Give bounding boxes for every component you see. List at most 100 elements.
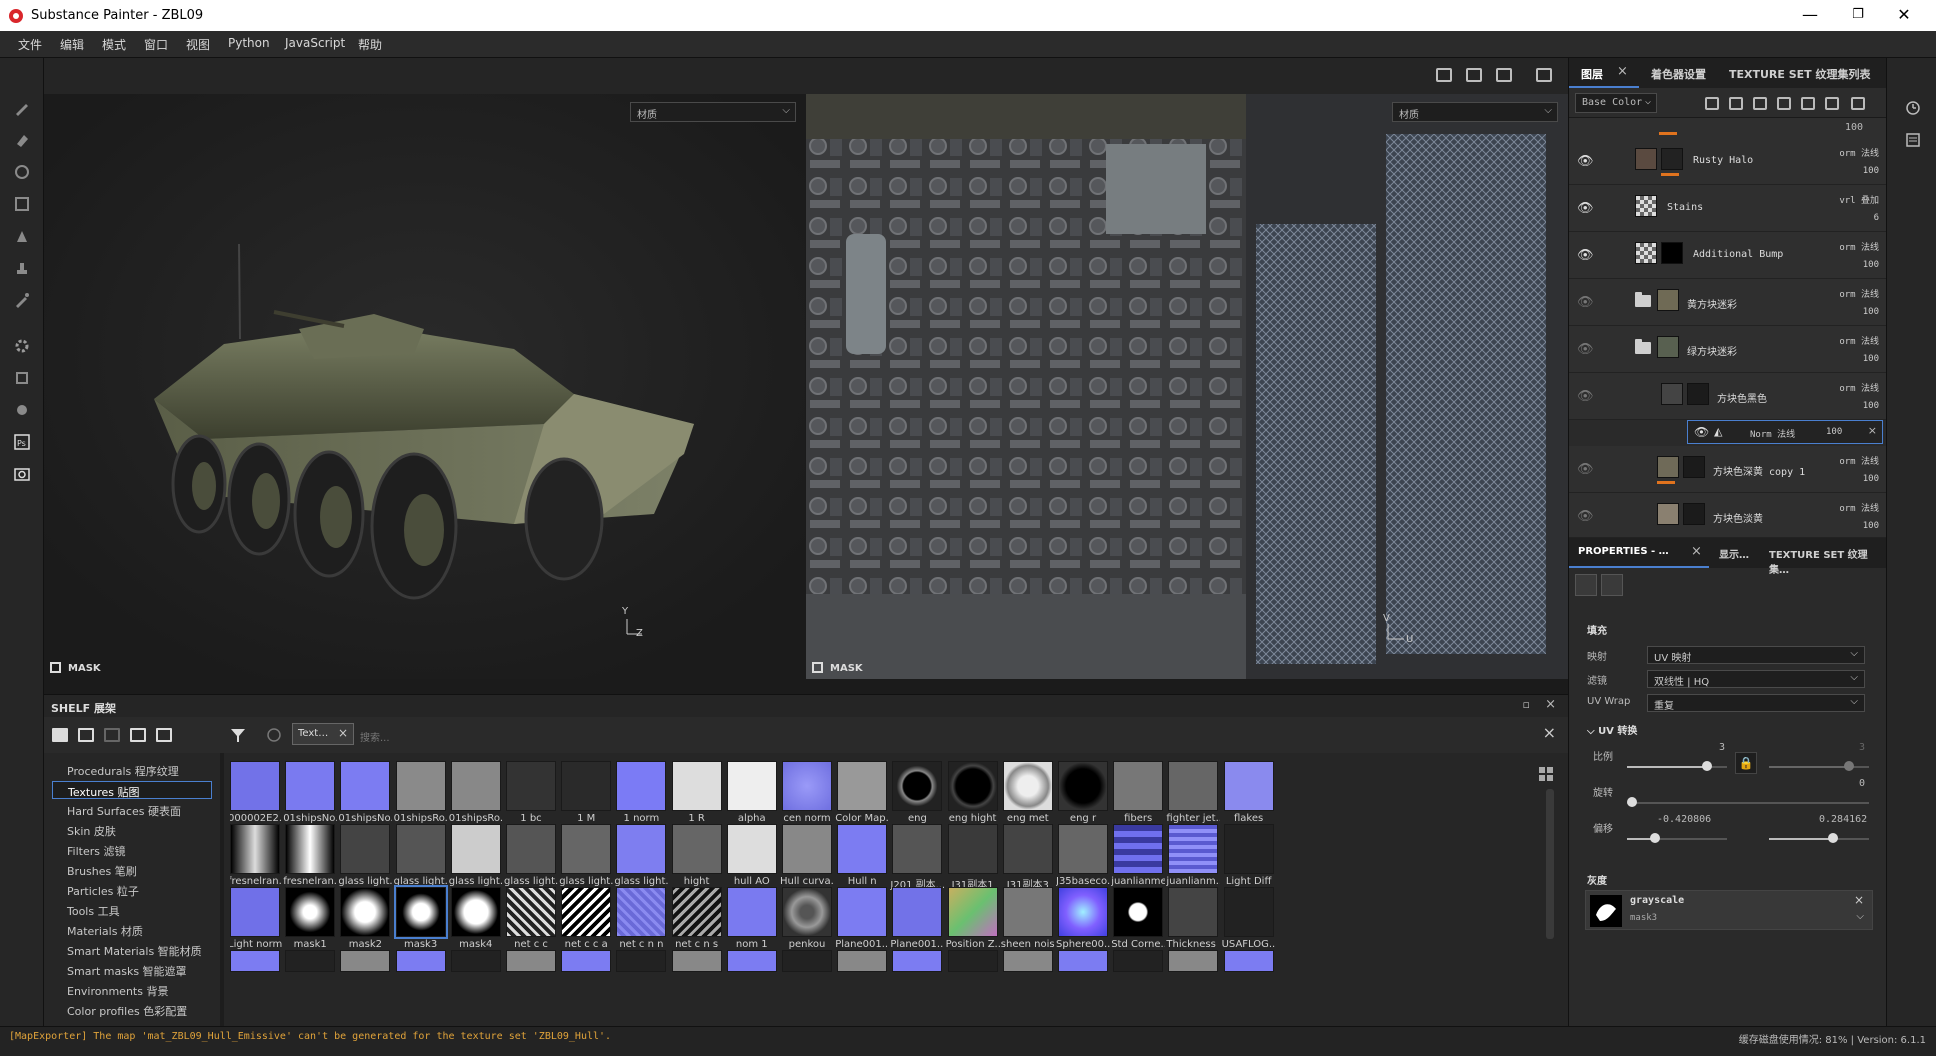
duplicate-icon[interactable] xyxy=(1825,97,1839,110)
shelf-category-item[interactable]: Brushes 笔刷 xyxy=(52,861,212,879)
shelf-texture-item[interactable]: eng hight xyxy=(947,761,998,824)
photoshop-icon[interactable]: Ps xyxy=(14,434,30,450)
maximize-button[interactable]: ❐ xyxy=(1836,4,1880,26)
shelf-texture-item[interactable] xyxy=(230,950,280,972)
filter-icon[interactable] xyxy=(230,727,246,743)
shelf-texture-item[interactable]: 01shipsRo... xyxy=(394,761,448,824)
shelf-category-item[interactable]: Particles 粒子 xyxy=(52,881,212,899)
grid-view-icon[interactable] xyxy=(1539,767,1553,781)
shelf-texture-item[interactable]: glass light... xyxy=(338,824,392,887)
screenshot-icon[interactable] xyxy=(14,466,30,482)
add-effect-icon[interactable] xyxy=(1705,97,1719,110)
shelf-texture-item[interactable]: alpha xyxy=(726,761,777,824)
import-icon[interactable] xyxy=(156,728,172,742)
chevron-down-icon[interactable]: ⌵ xyxy=(1856,911,1864,922)
refresh-icon[interactable] xyxy=(266,727,282,743)
shelf-texture-item[interactable]: mask3 xyxy=(393,885,448,950)
layer-folder-row[interactable]: 👁 绿方块迷彩 orm 法线 100 xyxy=(1569,326,1887,373)
layer-row[interactable]: 👁 方块色深黄 copy 1 orm 法线 100 xyxy=(1569,446,1887,493)
effect-sublayer-row[interactable]: 👁 ◭ Norm 法线 100 × xyxy=(1687,420,1883,444)
shelf-texture-item[interactable]: net c n s xyxy=(671,887,722,950)
bake-icon[interactable] xyxy=(14,370,30,386)
mask-checkbox-icon[interactable] xyxy=(50,662,61,673)
clear-search-icon[interactable]: × xyxy=(1543,723,1556,742)
shelf-texture-item[interactable] xyxy=(1058,950,1108,972)
shelf-category-item[interactable]: Color profiles 色彩配置 xyxy=(52,1001,212,1019)
tab-properties[interactable]: PROPERTIES - … xyxy=(1578,546,1669,557)
color-picker-icon[interactable] xyxy=(14,292,30,308)
shelf-texture-item[interactable]: USAFLOG... xyxy=(1222,887,1276,950)
eye-icon[interactable]: 👁 xyxy=(1577,248,1594,263)
screenshot-camera-icon[interactable] xyxy=(1536,68,1552,82)
shelf-texture-item[interactable]: Thickness ... xyxy=(1166,887,1220,950)
float-panel-icon[interactable]: ▫ xyxy=(1523,698,1530,711)
material-properties-icon[interactable] xyxy=(1601,574,1623,596)
shelf-texture-item[interactable] xyxy=(1223,950,1274,972)
uv-wrap-select[interactable]: 重复 ⌵ xyxy=(1647,694,1865,712)
eye-icon[interactable]: 👁 xyxy=(1577,389,1594,404)
geometry-mask-icon[interactable] xyxy=(14,196,30,212)
channel-select[interactable]: Base Color ⌵ xyxy=(1575,93,1657,113)
shelf-texture-item[interactable]: 01shipsRo... xyxy=(449,761,503,824)
shelf-texture-item[interactable]: J35baseco... xyxy=(1056,824,1110,887)
grid-scrollbar[interactable] xyxy=(1546,789,1554,939)
shelf-texture-item[interactable]: 1 M xyxy=(561,761,612,824)
shelf-texture-item[interactable]: net c c xyxy=(506,887,556,950)
shelf-texture-item[interactable]: mask2 xyxy=(340,887,391,950)
clear-resource-icon[interactable]: × xyxy=(1854,893,1864,907)
tab-texture-set-list[interactable]: TEXTURE SET 纹理集列表 xyxy=(1729,66,1871,82)
menu-edit[interactable]: 编辑 xyxy=(60,36,84,53)
history-icon[interactable] xyxy=(1905,100,1921,116)
add-mask-icon[interactable] xyxy=(1729,97,1743,110)
uv-transform-header[interactable]: ⌵ UV 转换 xyxy=(1587,722,1637,737)
material-mode-select-2d[interactable]: 材质 ⌵ xyxy=(1392,102,1558,122)
shelf-texture-item[interactable] xyxy=(947,950,998,972)
tab-layers[interactable]: 图层 xyxy=(1581,66,1603,82)
hide-icon[interactable] xyxy=(130,728,146,742)
shelf-texture-item[interactable]: eng r xyxy=(1058,761,1108,824)
shelf-category-item[interactable]: Smart masks 智能遮罩 xyxy=(52,961,212,979)
menu-view[interactable]: 视图 xyxy=(186,36,210,53)
shelf-texture-item[interactable]: hull AO xyxy=(726,824,777,887)
rotation-slider[interactable] xyxy=(1627,797,1869,807)
shelf-texture-item[interactable]: 000002E2... xyxy=(230,761,282,824)
menu-window[interactable]: 窗口 xyxy=(144,36,168,53)
shelf-category-item[interactable]: Procedurals 程序纹理 xyxy=(52,761,212,779)
remove-filter-icon[interactable]: × xyxy=(338,726,348,740)
shelf-texture-item[interactable] xyxy=(450,950,501,972)
shelf-texture-item[interactable]: mask4 xyxy=(450,887,501,950)
layer-folder-row[interactable]: 👁 黄方块迷彩 orm 法线 100 xyxy=(1569,279,1887,326)
shelf-texture-item[interactable]: glass light... xyxy=(559,824,613,887)
shelf-texture-item[interactable]: eng xyxy=(892,761,943,824)
close-panel-icon[interactable]: × xyxy=(1545,697,1556,712)
eraser-icon[interactable] xyxy=(14,132,30,148)
shelf-texture-item[interactable] xyxy=(1002,950,1053,972)
shelf-texture-item[interactable]: J31副本1 xyxy=(947,824,998,891)
shelf-category-item[interactable]: Environments 背景 xyxy=(52,981,212,999)
shelf-texture-item[interactable] xyxy=(395,950,446,972)
shelf-category-item[interactable]: Materials 材质 xyxy=(52,921,212,939)
viewport-2d[interactable]: V U 材质 ⌵ MASK xyxy=(806,94,1568,679)
lock-icon[interactable]: 🔒 xyxy=(1735,752,1757,774)
close-button[interactable]: ✕ xyxy=(1882,4,1926,26)
shelf-texture-item[interactable]: glass light... xyxy=(394,824,448,887)
shelf-texture-item[interactable] xyxy=(892,950,943,972)
add-fill-layer-icon[interactable] xyxy=(1777,97,1791,110)
shelf-category-item[interactable]: Hard Surfaces 硬表面 xyxy=(52,801,212,819)
close-tab-icon[interactable]: × xyxy=(1691,544,1702,559)
shelf-texture-item[interactable]: Sphere00... xyxy=(1056,887,1110,950)
tab-display[interactable]: 显示… xyxy=(1719,546,1749,561)
shelf-texture-item[interactable]: nom 1 xyxy=(726,887,777,950)
shelf-texture-item[interactable]: glass light... xyxy=(449,824,503,887)
shelf-texture-item[interactable] xyxy=(1113,950,1164,972)
close-tab-icon[interactable]: × xyxy=(1617,64,1628,79)
menu-help[interactable]: 帮助 xyxy=(358,36,382,53)
shelf-texture-item[interactable] xyxy=(1168,950,1219,972)
eye-icon[interactable]: 👁 xyxy=(1577,462,1594,477)
shelf-texture-item[interactable]: Light Diff xyxy=(1223,824,1274,887)
shelf-texture-item[interactable]: cen norm xyxy=(782,761,832,824)
shelf-texture-item[interactable]: Std Corne... xyxy=(1111,887,1165,950)
shelf-texture-item[interactable]: Plane001... xyxy=(835,887,889,950)
shelf-texture-item[interactable]: fibers xyxy=(1113,761,1164,824)
fill-properties-icon[interactable] xyxy=(1575,574,1597,596)
